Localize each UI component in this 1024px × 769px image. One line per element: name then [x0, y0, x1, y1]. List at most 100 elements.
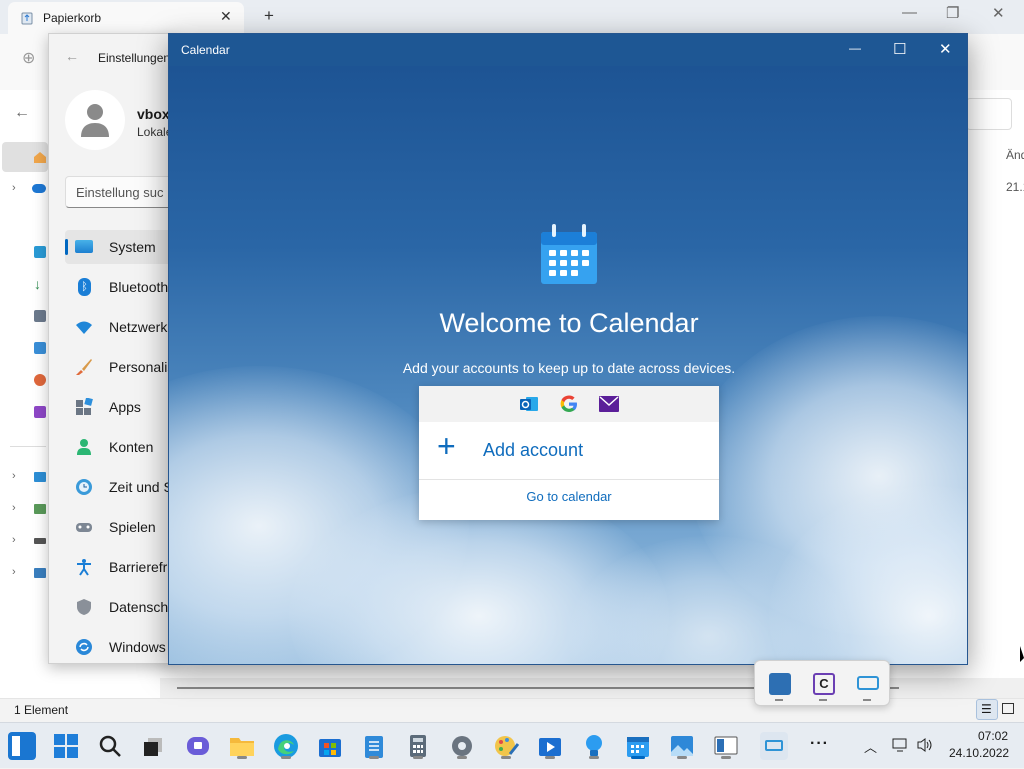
- nav-item-gaming[interactable]: Spielen: [65, 510, 177, 544]
- tray-overflow-popup: C: [754, 660, 890, 706]
- drive-icon[interactable]: [34, 538, 46, 544]
- nav-label: Apps: [109, 399, 141, 415]
- widgets-glyph: [12, 736, 20, 756]
- show-hidden-icons-button[interactable]: ︿: [864, 737, 877, 756]
- new-item-icon[interactable]: ⊕: [22, 48, 35, 68]
- running-indicator: [369, 756, 379, 759]
- drive-icon[interactable]: [34, 504, 46, 514]
- nav-item-home[interactable]: [2, 142, 48, 172]
- list-view-icon: ☰: [981, 702, 992, 716]
- calendar-window: Calendar — ☐ ✕ Welcome to Calendar Add y…: [168, 33, 968, 665]
- add-account-button[interactable]: + Add account: [419, 422, 719, 478]
- nav-item-bluetooth[interactable]: ᛒ Bluetooth: [65, 270, 177, 304]
- expand-chevron-icon[interactable]: ›: [12, 534, 16, 546]
- taskbar: ··· ︿ 07:02 24.10.2022: [0, 722, 1024, 768]
- tray-virtualbox-icon[interactable]: [857, 676, 879, 690]
- music-icon[interactable]: [34, 374, 46, 386]
- start-button-icon[interactable]: [52, 732, 80, 760]
- explorer-tab-papierkorb[interactable]: Papierkorb ✕: [8, 2, 244, 34]
- running-indicator: [501, 756, 511, 759]
- nav-label: Spielen: [109, 519, 156, 535]
- chat-icon[interactable]: [184, 732, 212, 760]
- back-arrow-icon[interactable]: ←: [14, 104, 30, 122]
- nav-label: Netzwerk: [109, 319, 168, 335]
- running-indicator: [281, 756, 291, 759]
- expand-chevron-icon[interactable]: ›: [12, 182, 16, 194]
- clock-date[interactable]: 24.10.2022: [949, 746, 1009, 760]
- clock-time[interactable]: 07:02: [978, 729, 1008, 743]
- time-icon: [76, 479, 92, 495]
- expand-chevron-icon[interactable]: ›: [12, 566, 16, 578]
- google-icon: [560, 395, 577, 412]
- calendar-close-button[interactable]: ✕: [939, 40, 952, 58]
- user-icon: [81, 104, 109, 137]
- expand-chevron-icon[interactable]: ›: [12, 502, 16, 514]
- outlook-icon: [520, 397, 538, 411]
- horizontal-scrollbar[interactable]: [160, 678, 1024, 698]
- go-to-calendar-link[interactable]: Go to calendar: [419, 489, 719, 504]
- videos-icon[interactable]: [34, 406, 46, 418]
- search-box[interactable]: [966, 98, 1012, 130]
- running-indicator: [589, 756, 599, 759]
- task-view-icon[interactable]: [140, 732, 168, 760]
- privacy-icon: [77, 599, 91, 615]
- nav-item-privacy[interactable]: Datenschu: [65, 590, 177, 624]
- modified-value: 21.1: [1006, 180, 1024, 194]
- nav-item-apps[interactable]: Apps: [65, 390, 177, 424]
- documents-icon[interactable]: [34, 310, 46, 322]
- selected-indicator: [65, 239, 68, 255]
- nav-item-system[interactable]: System: [65, 230, 177, 264]
- volume-icon[interactable]: [916, 737, 934, 753]
- accessibility-icon: [77, 559, 91, 576]
- nav-item-accounts[interactable]: Konten: [65, 430, 177, 464]
- explorer-minimize-button[interactable]: —: [902, 4, 917, 21]
- item-count: 1 Element: [14, 703, 69, 717]
- network-status-icon[interactable]: [892, 737, 908, 753]
- nav-item-personalization[interactable]: Personalis: [65, 350, 177, 384]
- search-icon[interactable]: [96, 732, 124, 760]
- tiles-view-button[interactable]: [1002, 703, 1014, 714]
- downloads-icon[interactable]: ↓: [34, 277, 46, 292]
- desktop-icon[interactable]: [34, 246, 46, 258]
- settings-back-button[interactable]: ←: [65, 48, 79, 64]
- tray-app-icon[interactable]: [769, 673, 791, 695]
- explorer-maximize-button[interactable]: ❐: [946, 4, 959, 22]
- settings-search-input[interactable]: Einstellung suc: [65, 176, 177, 208]
- new-tab-button[interactable]: +: [264, 6, 274, 26]
- pictures-icon[interactable]: [34, 342, 46, 354]
- details-view-button[interactable]: ☰: [976, 699, 998, 720]
- nav-label: Bluetooth: [109, 279, 169, 295]
- active-indicator: [631, 756, 645, 759]
- accounts-icon: [77, 439, 91, 455]
- tab-close-button[interactable]: ✕: [220, 8, 232, 25]
- settings-title: Einstellungen: [98, 51, 171, 65]
- recycle-bin-icon: [21, 12, 33, 25]
- calendar-title-bar[interactable]: Calendar — ☐ ✕: [169, 34, 967, 66]
- home-icon: [34, 152, 46, 163]
- tray-cpuz-icon[interactable]: C: [813, 673, 835, 695]
- network-drive-icon[interactable]: [34, 568, 46, 578]
- welcome-subtitle: Add your accounts to keep up to date acr…: [402, 360, 736, 376]
- this-pc-icon[interactable]: [34, 472, 46, 482]
- running-indicator: [413, 756, 423, 759]
- nav-item-network[interactable]: Netzwerk: [65, 310, 177, 344]
- expand-chevron-icon[interactable]: ›: [12, 470, 16, 482]
- nav-item-windows-update[interactable]: Windows: [65, 630, 177, 663]
- calendar-maximize-button[interactable]: ☐: [893, 40, 906, 58]
- nav-item-accessibility[interactable]: Barrierefre: [65, 550, 177, 584]
- column-header-modified[interactable]: Änd: [1006, 148, 1024, 162]
- calendar-minimize-button[interactable]: —: [849, 41, 861, 55]
- nav-item-time[interactable]: Zeit und S: [65, 470, 177, 504]
- running-indicator: [721, 756, 731, 759]
- tray-indicator: [775, 699, 783, 701]
- add-account-label: Add account: [483, 440, 584, 460]
- widgets-icon[interactable]: [8, 732, 36, 760]
- tray-overflow-button[interactable]: [760, 732, 788, 760]
- onedrive-icon[interactable]: [32, 184, 46, 193]
- explorer-close-button[interactable]: ✕: [992, 4, 1005, 22]
- update-icon: [76, 639, 92, 655]
- store-icon[interactable]: [316, 732, 344, 760]
- nav-label: System: [109, 239, 156, 255]
- mail-icon: [599, 396, 619, 412]
- more-apps-button[interactable]: ···: [810, 735, 829, 753]
